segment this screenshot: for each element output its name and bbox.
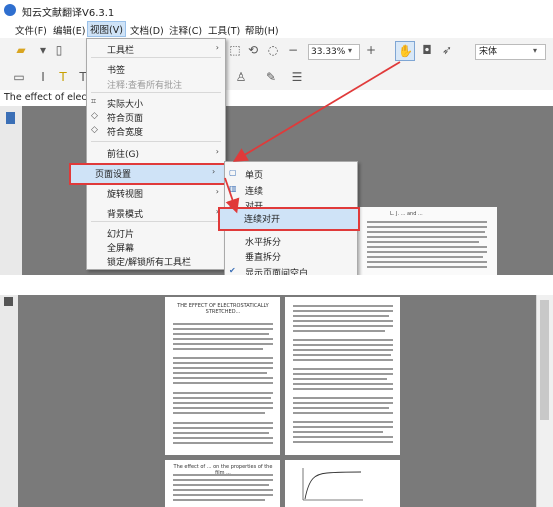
text-line: [173, 323, 273, 325]
page-title: THE EFFECT OF ELECTROSTATICALLY STRETCHE…: [177, 303, 269, 315]
text-line: [173, 328, 273, 330]
text-line: [173, 494, 273, 496]
text-line: [293, 339, 393, 341]
image-separator: [0, 275, 553, 295]
text-line: [173, 432, 269, 434]
text-line: [173, 367, 273, 369]
text-line: [293, 373, 393, 375]
text-line: [293, 431, 383, 433]
text-line: [293, 315, 389, 317]
panel-icon[interactable]: [4, 297, 13, 306]
text-line: [173, 484, 269, 486]
text-line: [173, 489, 273, 491]
text-line: [173, 392, 273, 394]
text-line: [293, 397, 393, 399]
arrow-to-page-settings: [232, 61, 401, 162]
text-line: [293, 421, 393, 423]
text-line: [173, 382, 273, 384]
text-line: [173, 348, 263, 350]
text-line: [173, 402, 273, 404]
text-line: [173, 407, 273, 409]
text-line: [293, 310, 393, 312]
text-line: [293, 407, 389, 409]
text-line: [293, 441, 393, 443]
text-line: [293, 330, 385, 332]
figure-graph: [302, 468, 363, 501]
text-line: [173, 412, 265, 414]
scrollbar-thumb[interactable]: [540, 300, 549, 420]
text-line: [293, 383, 393, 385]
text-line: [173, 357, 273, 359]
text-line: [293, 412, 393, 414]
text-line: [173, 333, 269, 335]
text-line: [293, 305, 393, 307]
text-line: [173, 372, 267, 374]
text-line: [173, 338, 273, 340]
text-line: [293, 436, 393, 438]
text-line: [293, 359, 393, 361]
text-line: [173, 499, 265, 501]
text-line: [293, 344, 393, 346]
text-line: [173, 377, 273, 379]
text-line: [293, 354, 391, 356]
text-line: [293, 349, 393, 351]
side-panel: [0, 295, 18, 507]
text-line: [173, 343, 273, 345]
text-line: [293, 325, 393, 327]
arrow-to-continuous-facing: [224, 177, 240, 214]
text-line: [293, 378, 387, 380]
document-page: The effect of ... on the properties of t…: [165, 460, 280, 507]
text-line: [173, 397, 271, 399]
text-line: [173, 422, 273, 424]
text-line: [173, 442, 273, 444]
text-line: [293, 426, 393, 428]
annotation-arrows: [224, 61, 401, 214]
text-line: [173, 474, 273, 476]
text-line: [293, 368, 393, 370]
text-line: [293, 320, 393, 322]
text-line: [293, 388, 393, 390]
text-line: [173, 437, 273, 439]
text-line: [173, 362, 273, 364]
text-line: [173, 427, 273, 429]
document-page: [285, 297, 400, 455]
text-line: [293, 402, 393, 404]
text-line: [173, 479, 273, 481]
document-page: THE EFFECT OF ELECTROSTATICALLY STRETCHE…: [165, 297, 280, 455]
document-page: [285, 460, 400, 507]
